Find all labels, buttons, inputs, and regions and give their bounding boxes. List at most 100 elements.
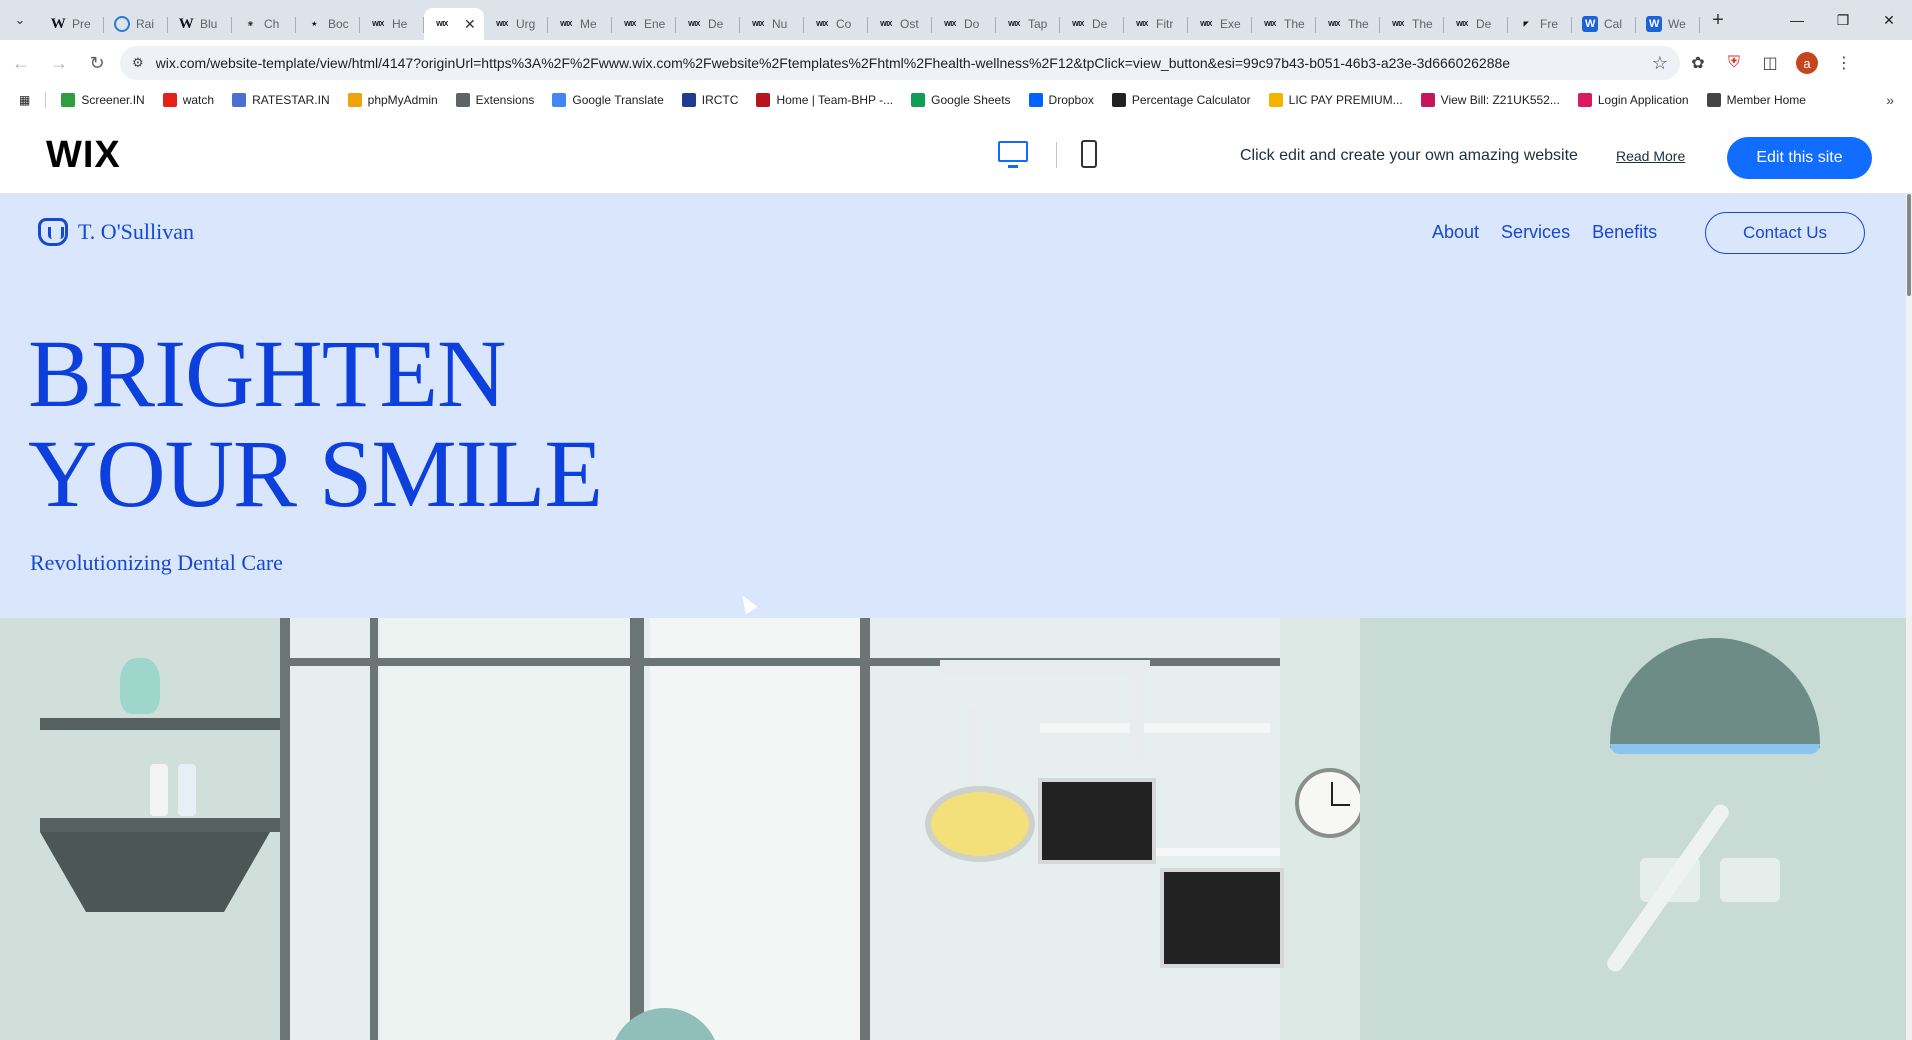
- bookmark-item[interactable]: watch: [154, 93, 223, 107]
- extension-icon[interactable]: ✿: [1680, 45, 1716, 81]
- tab[interactable]: WIX The: [1380, 8, 1444, 40]
- bookmark-item[interactable]: phpMyAdmin: [339, 93, 447, 107]
- minimize-button[interactable]: —: [1774, 0, 1820, 40]
- tab-title: The: [1348, 17, 1369, 31]
- site-brand[interactable]: T. O'Sullivan: [38, 218, 194, 246]
- bookmark-item[interactable]: Google Sheets: [902, 93, 1019, 107]
- back-button[interactable]: ←: [4, 46, 38, 80]
- forward-button[interactable]: →: [42, 46, 76, 80]
- bookmark-item[interactable]: Member Home: [1698, 93, 1815, 107]
- tab-title: Exe: [1220, 17, 1241, 31]
- dental-arm: [940, 660, 1150, 674]
- contact-us-button[interactable]: Contact Us: [1705, 212, 1865, 254]
- nav-about[interactable]: About: [1432, 222, 1479, 243]
- tab[interactable]: WIX Me: [548, 8, 612, 40]
- tab[interactable]: W We: [1636, 8, 1700, 40]
- mouse-cursor-icon: [736, 591, 758, 615]
- tab[interactable]: WIX Exe: [1188, 8, 1252, 40]
- tab[interactable]: ◤ Fre: [1508, 8, 1572, 40]
- tab[interactable]: WIX He: [360, 8, 424, 40]
- tab[interactable]: WIX The: [1252, 8, 1316, 40]
- tab[interactable]: WIX Nu: [740, 8, 804, 40]
- bookmark-separator: [45, 92, 47, 108]
- bookmark-label: Screener.IN: [81, 93, 145, 107]
- bookmark-label: watch: [182, 93, 215, 107]
- tab[interactable]: WIX Urg: [484, 8, 548, 40]
- bookmark-item[interactable]: Percentage Calculator: [1103, 93, 1260, 107]
- wix-icon: WIX: [880, 20, 892, 28]
- tab[interactable]: ★ Boc: [296, 8, 360, 40]
- apps-grid-icon[interactable]: ▦: [10, 93, 39, 107]
- address-bar[interactable]: ⚙ wix.com/website-template/view/html/414…: [120, 46, 1680, 80]
- tab[interactable]: WIX De: [1444, 8, 1508, 40]
- read-more-link[interactable]: Read More: [1616, 148, 1685, 164]
- tab-title: Ene: [644, 17, 666, 31]
- framer-icon: ◤: [1523, 21, 1529, 28]
- wix-icon: WIX: [624, 20, 636, 28]
- profile-avatar[interactable]: a: [1796, 52, 1818, 74]
- bookmark-item[interactable]: IRCTC: [673, 93, 748, 107]
- tab-active[interactable]: WIX ✕: [424, 8, 484, 40]
- shield-extension-icon[interactable]: ⛨: [1716, 45, 1752, 81]
- bookmark-item[interactable]: LIC PAY PREMIUM...: [1260, 93, 1412, 107]
- tab[interactable]: Rai: [104, 8, 168, 40]
- restore-button[interactable]: ❐: [1820, 0, 1866, 40]
- bookmark-item[interactable]: RATESTAR.IN: [223, 93, 339, 107]
- browser-menu-icon[interactable]: ⋮: [1826, 45, 1862, 81]
- window-controls: — ❐ ✕: [1774, 0, 1912, 40]
- window-pane: [650, 618, 860, 1040]
- site-info-icon[interactable]: ⚙: [132, 55, 144, 71]
- nav-benefits[interactable]: Benefits: [1592, 222, 1657, 243]
- bookmark-item[interactable]: Home | Team-BHP -...: [747, 93, 902, 107]
- wix-icon: WIX: [1264, 20, 1276, 28]
- close-window-button[interactable]: ✕: [1866, 0, 1912, 40]
- bookmarks-bar: ▦ Screener.IN watch RATESTAR.IN phpMyAdmin E…: [0, 86, 1912, 114]
- bookmark-item[interactable]: View Bill: Z21UK552...: [1412, 93, 1569, 107]
- new-tab-button[interactable]: +: [1700, 0, 1736, 40]
- tab[interactable]: WIX Do: [932, 8, 996, 40]
- reload-button[interactable]: ↻: [80, 46, 114, 80]
- bookmark-label: Member Home: [1726, 93, 1806, 107]
- nav-services[interactable]: Services: [1501, 222, 1570, 243]
- tab[interactable]: WIX Ost: [868, 8, 932, 40]
- bookmark-item[interactable]: Google Translate: [543, 93, 672, 107]
- scrollbar-thumb[interactable]: [1907, 194, 1911, 296]
- wix-logo[interactable]: WIX: [46, 134, 121, 177]
- tab[interactable]: WIX Tap: [996, 8, 1060, 40]
- bookmark-item[interactable]: Screener.IN: [52, 93, 153, 107]
- tab[interactable]: WIX De: [1060, 8, 1124, 40]
- tab-search-chevron-icon[interactable]: ⌄: [0, 0, 40, 40]
- tab[interactable]: WIX The: [1316, 8, 1380, 40]
- tab-title: Urg: [516, 17, 536, 31]
- bookmark-favicon-icon: [162, 93, 177, 107]
- tab[interactable]: WIX De: [676, 8, 740, 40]
- bookmark-favicon-icon: [1577, 93, 1592, 107]
- desktop-view-icon[interactable]: [998, 141, 1028, 168]
- bookmark-item[interactable]: Dropbox: [1020, 93, 1103, 107]
- tab-title: De: [708, 17, 724, 31]
- bookmarks-overflow-icon[interactable]: »: [1886, 92, 1894, 108]
- edit-site-button[interactable]: Edit this site: [1727, 137, 1872, 179]
- tab[interactable]: W Cal: [1572, 8, 1636, 40]
- tab[interactable]: WIX Ene: [612, 8, 676, 40]
- tab-close-icon[interactable]: ✕: [464, 16, 476, 33]
- window-frame: [630, 618, 644, 1040]
- page-scrollbar[interactable]: [1906, 194, 1912, 1040]
- bookmark-item[interactable]: Login Application: [1569, 93, 1698, 107]
- tab-title: Cal: [1604, 17, 1623, 31]
- tab[interactable]: WIX Co: [804, 8, 868, 40]
- bookmark-star-icon[interactable]: ☆: [1652, 53, 1668, 74]
- tab[interactable]: W Blu: [168, 8, 232, 40]
- tab[interactable]: ❀ Ch: [232, 8, 296, 40]
- extensions-puzzle-icon[interactable]: ◫: [1752, 45, 1788, 81]
- mobile-view-icon[interactable]: [1081, 140, 1097, 168]
- tab[interactable]: WIX Fitr: [1124, 8, 1188, 40]
- bookmark-item[interactable]: Extensions: [447, 93, 544, 107]
- bottle: [178, 764, 196, 816]
- bookmark-favicon-icon: [232, 93, 247, 107]
- tab[interactable]: W Pre: [40, 8, 104, 40]
- bookmark-favicon-icon: [1028, 93, 1043, 107]
- wix-icon: WIX: [816, 20, 828, 28]
- globe-icon: [114, 16, 130, 32]
- url-text[interactable]: wix.com/website-template/view/html/4147?…: [156, 55, 1652, 71]
